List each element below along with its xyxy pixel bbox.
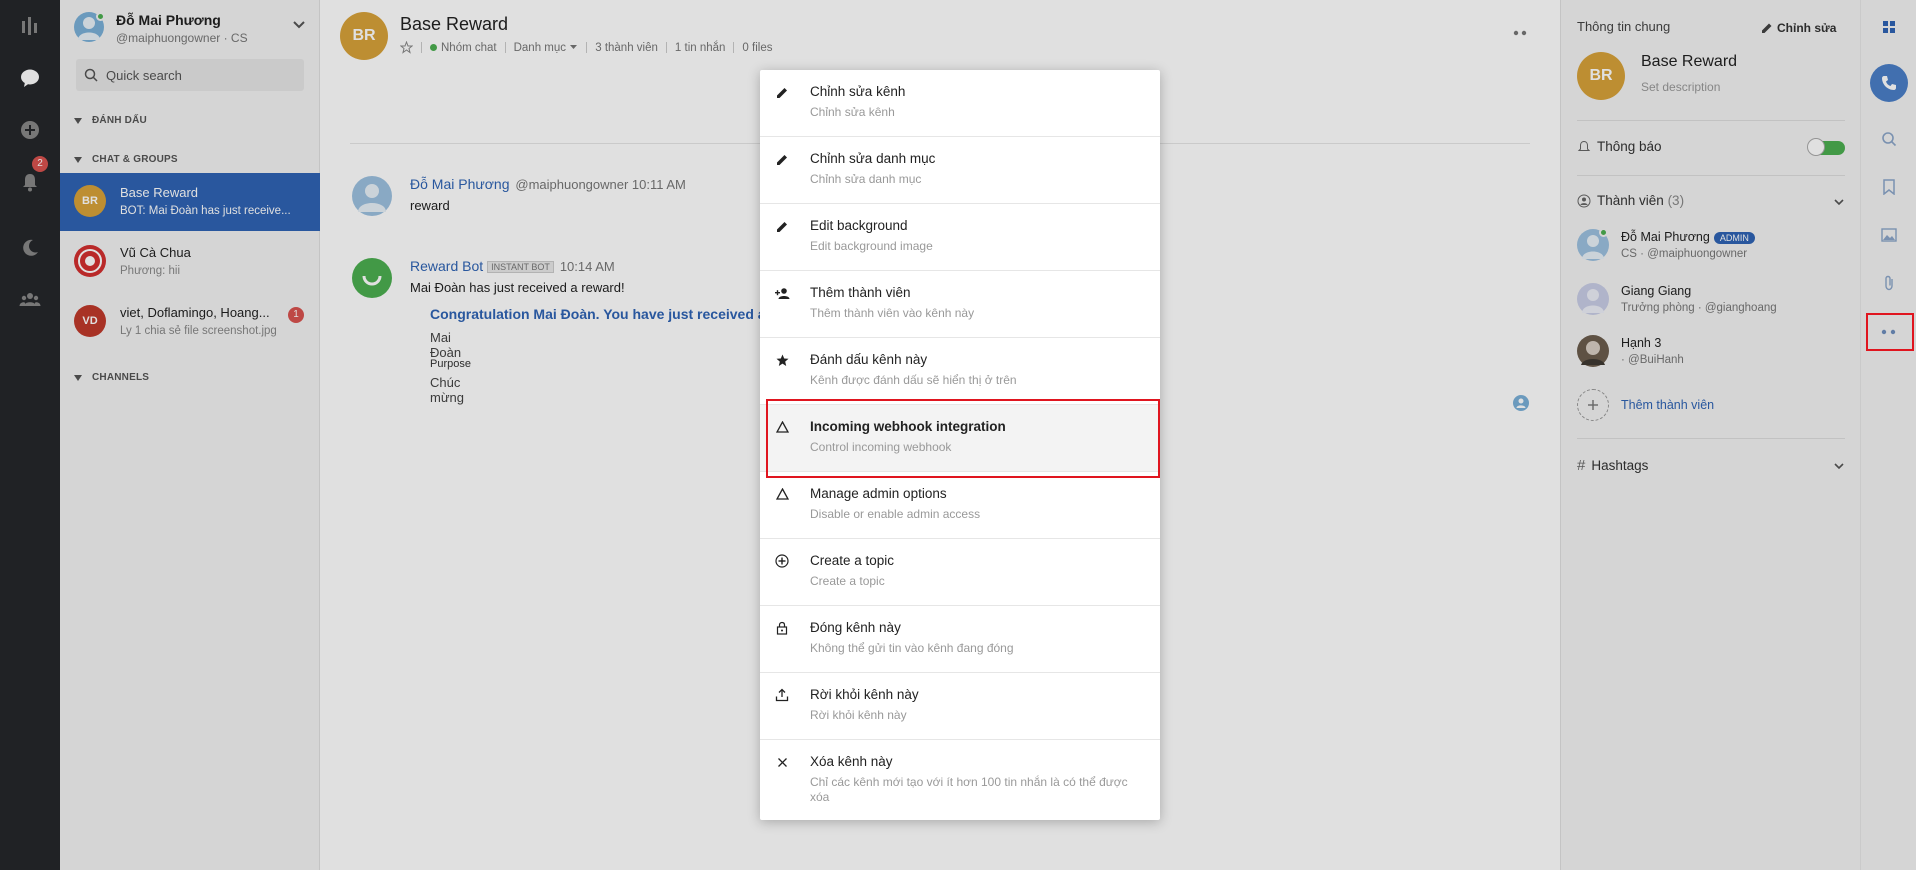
highlight-box xyxy=(1866,313,1914,351)
pencil-icon xyxy=(774,151,790,167)
menu-item-description: Chỉnh sửa danh mục xyxy=(810,172,922,186)
menu-item-label: Manage admin options xyxy=(810,486,947,501)
menu-item-label: Thêm thành viên xyxy=(810,285,911,300)
menu-item-description: Kênh được đánh dấu sẽ hiển thị ở trên xyxy=(810,373,1017,387)
menu-item-close-channel[interactable]: Đóng kênh này Không thể gửi tin vào kênh… xyxy=(760,606,1160,673)
menu-item-label: Chỉnh sửa kênh xyxy=(810,84,906,99)
menu-item-label: Đánh dấu kênh này xyxy=(810,352,928,367)
menu-item-description: Edit background image xyxy=(810,239,933,253)
menu-item-create-topic[interactable]: Create a topic Create a topic xyxy=(760,539,1160,606)
add-person-icon xyxy=(774,285,790,301)
pencil-icon xyxy=(774,84,790,100)
menu-item-description: Chỉnh sửa kênh xyxy=(810,105,895,119)
menu-item-description: Disable or enable admin access xyxy=(810,507,981,521)
menu-item-label: Create a topic xyxy=(810,553,895,568)
menu-item-add-member[interactable]: Thêm thành viên Thêm thành viên vào kênh… xyxy=(760,271,1160,338)
menu-item-delete-channel[interactable]: Xóa kênh này Chỉ các kênh mới tạo với ít… xyxy=(760,740,1160,820)
menu-item-label: Edit background xyxy=(810,218,908,233)
menu-item-description: Thêm thành viên vào kênh này xyxy=(810,306,975,320)
menu-item-edit-background[interactable]: Edit background Edit background image xyxy=(760,204,1160,271)
menu-item-edit-channel[interactable]: Chỉnh sửa kênh Chỉnh sửa kênh xyxy=(760,70,1160,137)
menu-item-bookmark-channel[interactable]: Đánh dấu kênh này Kênh được đánh dấu sẽ … xyxy=(760,338,1160,405)
close-icon xyxy=(774,754,790,770)
menu-item-label: Xóa kênh này xyxy=(810,754,893,769)
plus-circle-icon xyxy=(774,553,790,569)
menu-item-description: Chỉ các kênh mới tạo với ít hơn 100 tin … xyxy=(810,775,1128,804)
menu-item-description: Rời khỏi kênh này xyxy=(810,708,907,722)
upload-icon xyxy=(774,687,790,703)
triangle-icon xyxy=(774,486,790,502)
menu-item-description: Create a topic xyxy=(810,574,885,588)
pencil-icon xyxy=(774,218,790,234)
menu-item-description: Không thể gửi tin vào kênh đang đóng xyxy=(810,641,1014,655)
highlight-box xyxy=(766,399,1160,478)
menu-item-label: Rời khỏi kênh này xyxy=(810,687,919,702)
menu-item-leave-channel[interactable]: Rời khỏi kênh này Rời khỏi kênh này xyxy=(760,673,1160,740)
star-icon xyxy=(774,352,790,368)
menu-item-edit-category[interactable]: Chỉnh sửa danh mục Chỉnh sửa danh mục xyxy=(760,137,1160,204)
menu-item-label: Đóng kênh này xyxy=(810,620,901,635)
lock-icon xyxy=(774,620,790,636)
menu-item-label: Chỉnh sửa danh mục xyxy=(810,151,936,166)
menu-item-admin-options[interactable]: Manage admin options Disable or enable a… xyxy=(760,472,1160,539)
